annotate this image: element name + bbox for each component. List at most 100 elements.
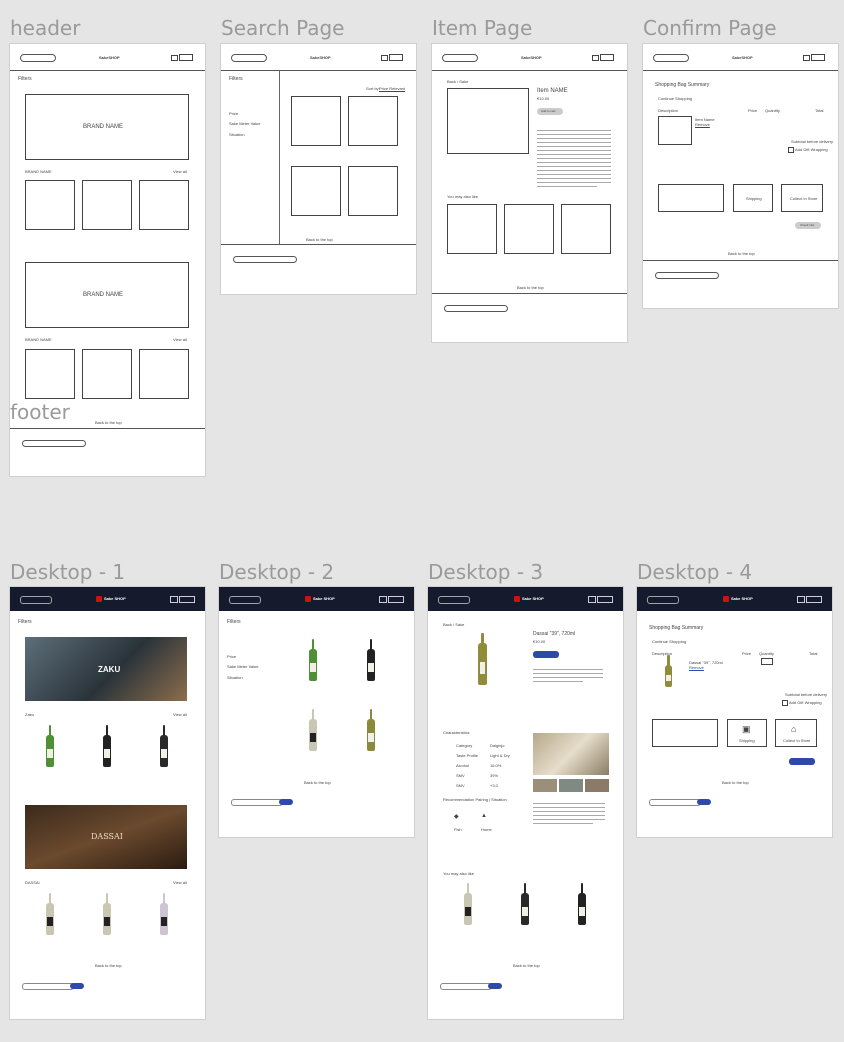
product-card[interactable]: [25, 349, 75, 399]
remove-link[interactable]: Remove: [689, 665, 704, 670]
newsletter-input[interactable]: [649, 799, 701, 806]
cart-icon[interactable]: [797, 596, 805, 603]
cart-icon[interactable]: [592, 55, 599, 61]
newsletter-input[interactable]: [22, 983, 74, 990]
gift-wrap-checkbox[interactable]: [782, 700, 788, 706]
product-card[interactable]: [139, 180, 189, 230]
product-bottle-image[interactable]: [309, 639, 317, 681]
filter-smv[interactable]: Sake Meter Value: [229, 121, 261, 126]
product-card[interactable]: [504, 204, 554, 254]
shipping-option[interactable]: ▣ Shipping: [727, 719, 767, 747]
product-card[interactable]: [348, 166, 398, 216]
back-to-top-link[interactable]: Back to the top: [722, 780, 749, 785]
product-bottle-image[interactable]: [521, 883, 529, 925]
newsletter-input[interactable]: [655, 272, 719, 279]
zaku-banner-image[interactable]: ZAKU: [25, 637, 187, 701]
subscribe-button[interactable]: [70, 983, 84, 989]
search-input[interactable]: [20, 596, 52, 604]
product-card[interactable]: [561, 204, 611, 254]
search-input[interactable]: [20, 54, 56, 62]
back-to-top-link[interactable]: Back to the top: [95, 420, 122, 425]
subscribe-button[interactable]: [279, 799, 293, 805]
product-bottle-image[interactable]: [160, 725, 168, 767]
search-input[interactable]: [442, 54, 478, 62]
brand-banner-2[interactable]: BRAND NAME: [25, 262, 189, 328]
collect-in-store-option[interactable]: Collect In Store: [781, 184, 823, 212]
product-bottle-image[interactable]: [160, 893, 168, 935]
product-card[interactable]: [291, 166, 341, 216]
quantity-stepper[interactable]: [761, 658, 773, 665]
search-input[interactable]: [653, 54, 689, 62]
login-button[interactable]: [179, 596, 195, 603]
product-card[interactable]: [139, 349, 189, 399]
breadcrumb[interactable]: Back / Sake: [443, 622, 464, 627]
login-button[interactable]: [597, 596, 613, 603]
login-button[interactable]: [600, 54, 614, 61]
product-card[interactable]: [348, 96, 398, 146]
continue-shopping-link[interactable]: Continue Shopping: [658, 96, 692, 101]
filters-label[interactable]: Filters: [18, 76, 32, 82]
product-card[interactable]: [291, 96, 341, 146]
cart-icon[interactable]: [170, 596, 178, 603]
product-bottle-image[interactable]: [46, 725, 54, 767]
product-bottle-image[interactable]: [367, 709, 375, 751]
cart-icon[interactable]: [381, 55, 388, 61]
product-card[interactable]: [82, 349, 132, 399]
sort-by-select[interactable]: Price Relevant: [379, 86, 405, 91]
back-to-top-link[interactable]: Back to the top: [306, 237, 333, 242]
back-to-top-link[interactable]: Back to the top: [728, 251, 755, 256]
search-input[interactable]: [229, 596, 261, 604]
search-input[interactable]: [231, 54, 267, 62]
product-bottle-image[interactable]: [103, 893, 111, 935]
gallery-thumb[interactable]: [585, 779, 609, 792]
remove-link[interactable]: Remove: [695, 122, 710, 127]
filters-label[interactable]: Filters: [229, 76, 243, 82]
search-input[interactable]: [438, 596, 470, 604]
back-to-top-link[interactable]: Back to the top: [513, 963, 540, 968]
filter-price[interactable]: Price: [229, 111, 238, 116]
add-to-cart-button[interactable]: Add to cart: [537, 108, 563, 115]
newsletter-input[interactable]: [233, 256, 297, 263]
cart-icon[interactable]: [588, 596, 596, 603]
brand-banner-1[interactable]: BRAND NAME: [25, 94, 189, 160]
product-bottle-image[interactable]: [46, 893, 54, 935]
product-card[interactable]: [447, 204, 497, 254]
login-button[interactable]: [179, 54, 193, 61]
back-to-top-link[interactable]: Back to the top: [517, 285, 544, 290]
dassai-banner-image[interactable]: DASSAI: [25, 805, 187, 869]
login-button[interactable]: [806, 596, 822, 603]
newsletter-input[interactable]: [444, 305, 508, 312]
shipping-option[interactable]: Shipping: [733, 184, 773, 212]
cart-icon[interactable]: [379, 596, 387, 603]
filter-situation[interactable]: Situation: [227, 675, 243, 680]
product-bottle-image[interactable]: [367, 639, 375, 681]
view-all-link[interactable]: View all: [173, 169, 187, 174]
filter-smv[interactable]: Sake Meter Value: [227, 664, 259, 669]
newsletter-input[interactable]: [22, 440, 86, 447]
filter-price[interactable]: Price: [227, 654, 236, 659]
product-bottle-image[interactable]: [578, 883, 586, 925]
product-bottle-image[interactable]: [464, 883, 472, 925]
login-button[interactable]: [811, 54, 825, 61]
gallery-thumb[interactable]: [533, 779, 557, 792]
product-card[interactable]: [82, 180, 132, 230]
breadcrumb[interactable]: Back / Sake: [447, 79, 468, 84]
subscribe-button[interactable]: [488, 983, 502, 989]
checkout-button[interactable]: Check Out: [795, 222, 821, 229]
newsletter-input[interactable]: [231, 799, 283, 806]
product-bottle-image[interactable]: [309, 709, 317, 751]
login-button[interactable]: [388, 596, 404, 603]
view-all-link[interactable]: View all: [173, 880, 187, 885]
continue-shopping-link[interactable]: Continue Shopping: [652, 639, 686, 644]
add-to-cart-button[interactable]: [533, 651, 559, 658]
view-all-link[interactable]: View all: [173, 337, 187, 342]
gift-wrap-checkbox[interactable]: [788, 147, 794, 153]
filters-label[interactable]: Filters: [227, 619, 241, 625]
checkout-button[interactable]: [789, 758, 815, 765]
product-bottle-image[interactable]: [103, 725, 111, 767]
view-all-link[interactable]: View all: [173, 712, 187, 717]
cart-icon[interactable]: [171, 55, 178, 61]
login-button[interactable]: [389, 54, 403, 61]
order-note-textarea[interactable]: [658, 184, 724, 212]
collect-in-store-option[interactable]: ⌂ Collect In Store: [775, 719, 817, 747]
